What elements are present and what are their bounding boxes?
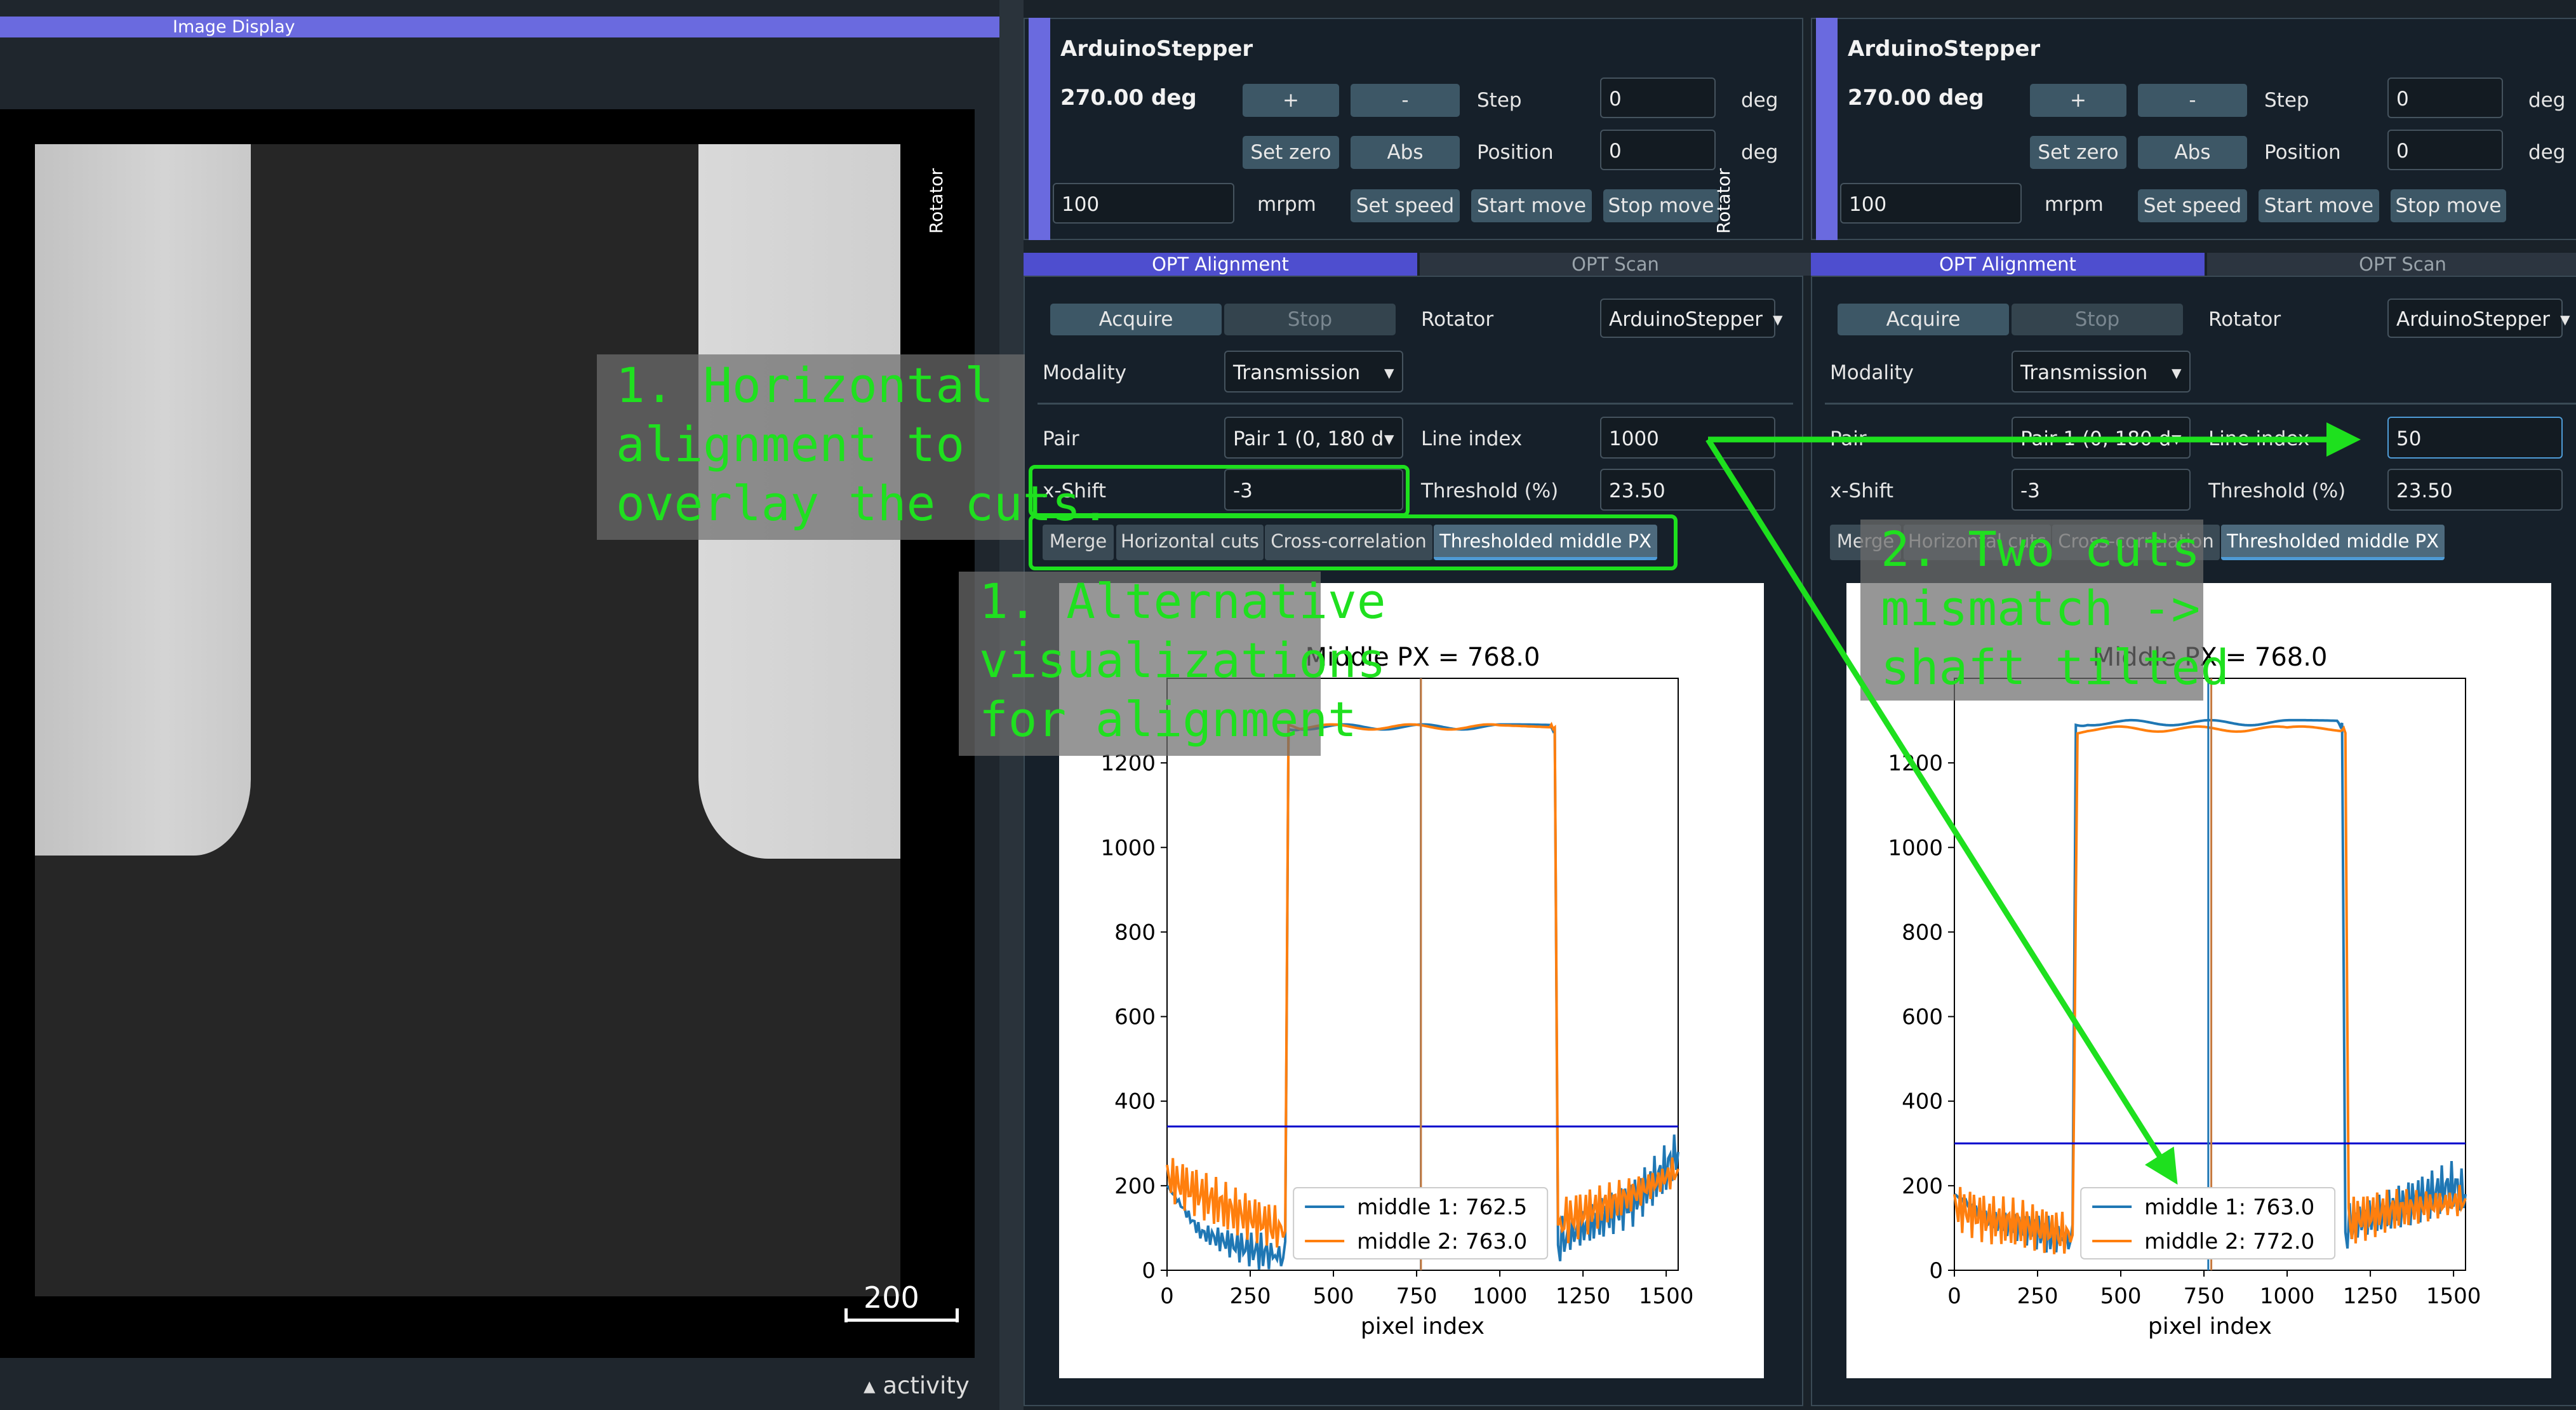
annotation-arrows [1705,422,2361,1185]
arrow-to-plot [1705,438,2178,1185]
